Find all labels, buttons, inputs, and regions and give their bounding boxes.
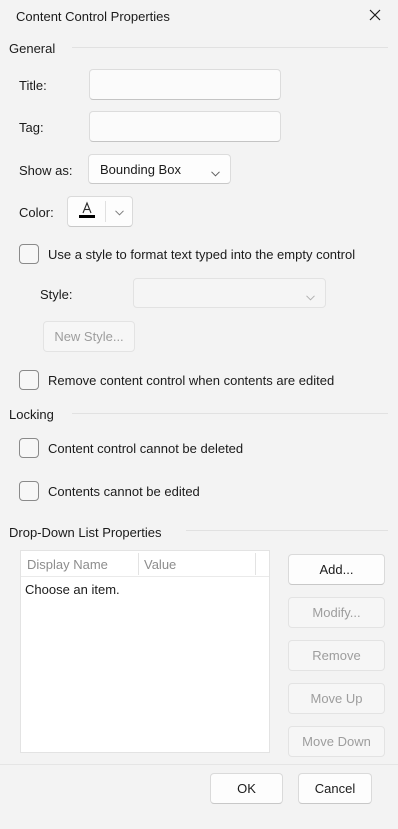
use-style-label: Use a style to format text typed into th… [48, 247, 356, 262]
new-style-button[interactable]: New Style... [43, 321, 135, 352]
modify-button[interactable]: Modify... [288, 597, 385, 628]
remove-content-control-label: Remove content control when contents are… [48, 373, 335, 388]
remove-content-control-checkbox[interactable] [19, 370, 39, 390]
content-control-properties-dialog: Content Control Properties General Title… [0, 0, 398, 829]
chevron-down-icon [306, 289, 315, 304]
list-item[interactable]: Choose an item. [21, 578, 269, 600]
dropdown-list[interactable]: Display Name Value Choose an item. [20, 550, 270, 753]
style-select[interactable] [133, 278, 326, 308]
general-section-divider [72, 47, 388, 48]
color-label: Color: [19, 205, 54, 220]
general-section-heading: General [9, 41, 56, 56]
color-dropdown-button[interactable] [106, 197, 132, 226]
chevron-down-icon [211, 165, 220, 180]
column-divider[interactable] [255, 553, 256, 575]
list-item-display-name: Choose an item. [25, 582, 120, 597]
title-label: Title: [19, 78, 47, 93]
font-color-button[interactable] [68, 197, 105, 226]
use-style-checkbox[interactable] [19, 244, 39, 264]
column-divider[interactable] [138, 553, 139, 575]
dialog-title: Content Control Properties [16, 9, 170, 24]
column-header-value[interactable]: Value [144, 557, 176, 572]
cannot-delete-label: Content control cannot be deleted [48, 441, 244, 456]
tag-label: Tag: [19, 120, 44, 135]
close-icon [369, 9, 381, 24]
move-down-button[interactable]: Move Down [288, 726, 385, 757]
chevron-down-icon [114, 204, 124, 219]
cannot-edit-label: Contents cannot be edited [48, 484, 200, 499]
locking-section-divider [72, 413, 388, 414]
dropdown-section-divider [186, 530, 388, 531]
cancel-button[interactable]: Cancel [298, 773, 372, 804]
show-as-value: Bounding Box [100, 161, 181, 177]
show-as-label: Show as: [19, 163, 73, 178]
remove-button[interactable]: Remove [288, 640, 385, 671]
move-up-button[interactable]: Move Up [288, 683, 385, 714]
ok-button[interactable]: OK [210, 773, 283, 804]
column-header-display-name[interactable]: Display Name [27, 557, 108, 572]
cannot-edit-checkbox[interactable] [19, 481, 39, 501]
tag-field[interactable] [89, 111, 281, 142]
style-label: Style: [40, 287, 73, 302]
add-button[interactable]: Add... [288, 554, 385, 585]
locking-section-heading: Locking [9, 407, 54, 422]
font-color-icon [78, 201, 96, 222]
cannot-delete-checkbox[interactable] [19, 438, 39, 458]
color-picker[interactable] [67, 196, 133, 227]
list-header: Display Name Value [21, 551, 269, 577]
show-as-select[interactable]: Bounding Box [88, 154, 231, 184]
title-field[interactable] [89, 69, 281, 100]
close-button[interactable] [364, 5, 386, 27]
dropdown-section-heading: Drop-Down List Properties [9, 525, 162, 540]
